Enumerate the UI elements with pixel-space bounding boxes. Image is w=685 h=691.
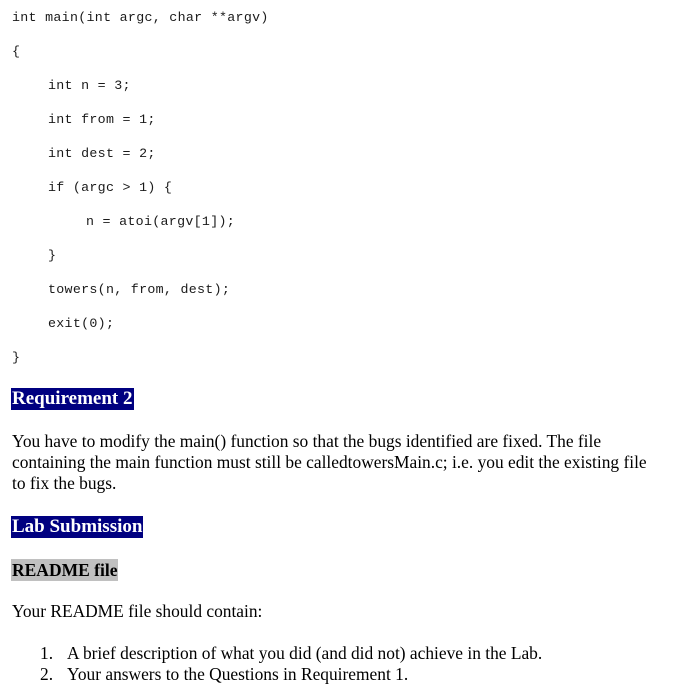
paragraph-line: You have to modify the main() function s…	[12, 431, 602, 451]
readme-intro-text: Your README file should contain:	[12, 601, 263, 621]
code-line-close-brace: }	[12, 350, 21, 365]
list-item-number: 1.	[40, 643, 54, 663]
code-line-int-dest: int dest = 2;	[48, 146, 156, 161]
code-line-open-brace: {	[12, 44, 21, 59]
list-item: 1. A brief description of what you did (a…	[40, 643, 542, 664]
list-item-number: 2.	[40, 664, 54, 684]
code-line-if-argc: if (argc > 1) {	[48, 180, 173, 195]
code-line-towers-call: towers(n, from, dest);	[48, 282, 231, 297]
code-line-main-signature: int main(int argc, char **argv)	[12, 10, 269, 25]
code-line-exit: exit(0);	[48, 316, 115, 331]
paragraph-line: to fix the bugs.	[12, 473, 117, 493]
code-line-if-close-brace: }	[48, 248, 57, 263]
list-item-text: A brief description of what you did (and…	[67, 643, 543, 663]
list-item: 2. Your answers to the Questions in Requi…	[40, 664, 408, 685]
code-line-int-n: int n = 3;	[48, 78, 131, 93]
code-line-int-from: int from = 1;	[48, 112, 156, 127]
lab-submission-heading: Lab Submission	[11, 516, 144, 538]
code-line-atoi: n = atoi(argv[1]);	[86, 214, 236, 229]
requirement-2-heading: Requirement 2	[11, 388, 134, 410]
readme-file-heading: README file	[11, 559, 119, 581]
paragraph-line: containing the main function must still …	[12, 452, 647, 472]
list-item-text: Your answers to the Questions in Require…	[67, 664, 409, 684]
